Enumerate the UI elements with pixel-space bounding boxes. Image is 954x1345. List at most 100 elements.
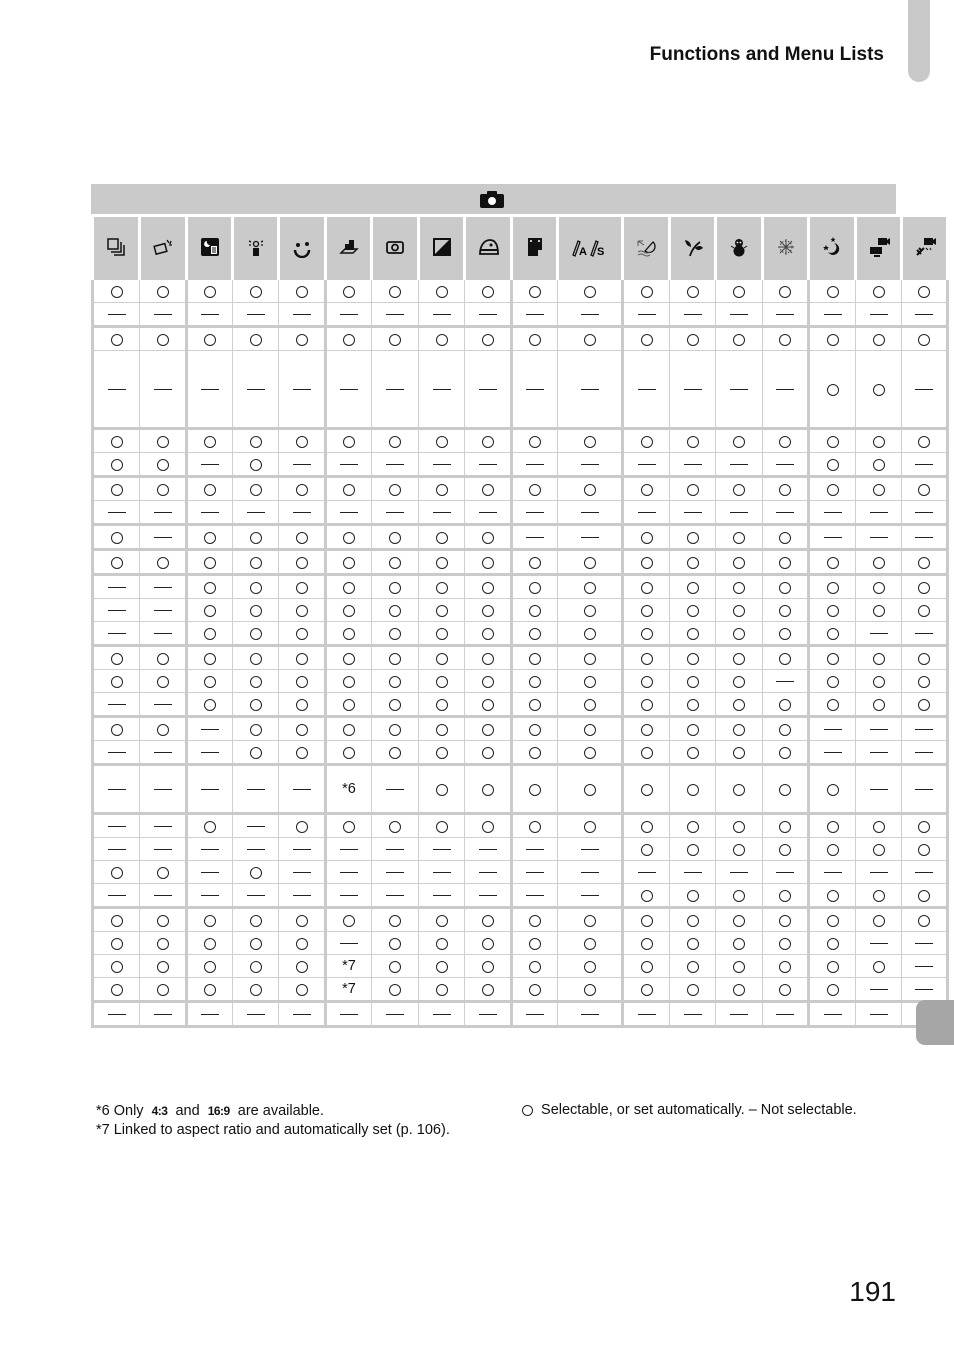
not-selectable-mark xyxy=(637,313,656,316)
table-cell xyxy=(762,621,809,646)
not-selectable-mark xyxy=(526,511,544,514)
selectable-mark xyxy=(249,556,262,569)
table-cell xyxy=(715,427,763,453)
table-cell xyxy=(762,812,809,838)
not-selectable-mark xyxy=(292,388,311,391)
table-cell xyxy=(621,644,670,670)
selectable-mark xyxy=(733,675,745,688)
table-cell xyxy=(464,475,512,501)
not-selectable-mark xyxy=(915,632,933,635)
table-row: *7 xyxy=(91,954,949,978)
selectable-mark xyxy=(872,889,885,902)
not-selectable-mark xyxy=(386,511,404,514)
selectable-mark xyxy=(733,698,745,711)
selectable-mark xyxy=(295,435,308,448)
selectable-mark xyxy=(583,556,596,569)
selectable-mark xyxy=(389,531,401,544)
table-cell xyxy=(371,621,419,646)
selectable-mark xyxy=(686,627,699,640)
selectable-mark xyxy=(435,746,448,759)
table-cell xyxy=(621,977,670,1002)
not-selectable-mark xyxy=(107,609,126,612)
table-cell xyxy=(669,500,716,525)
not-selectable-mark xyxy=(915,751,933,754)
not-selectable-mark xyxy=(869,788,888,791)
not-selectable-mark xyxy=(526,871,544,874)
selectable-mark xyxy=(481,435,494,448)
column-header xyxy=(668,214,717,279)
table-cell xyxy=(510,644,558,670)
selectable-mark xyxy=(343,483,355,496)
footnote-ref: *7 xyxy=(342,981,356,998)
table-cell xyxy=(855,452,902,477)
selectable-mark xyxy=(249,458,262,471)
table-cell xyxy=(324,621,372,646)
footnotes: *6 Only 4:3 and 16:9 are available. *7 L… xyxy=(96,1102,450,1140)
selectable-mark xyxy=(389,960,401,973)
selectable-mark xyxy=(583,983,596,996)
table-cell xyxy=(557,548,623,575)
not-selectable-mark xyxy=(776,388,794,391)
not-selectable-mark xyxy=(432,511,451,514)
not-selectable-mark xyxy=(580,388,599,391)
selectable-mark xyxy=(872,556,885,569)
table-cell xyxy=(855,350,902,429)
table-row xyxy=(91,573,949,599)
table-cell xyxy=(185,644,233,670)
table-cell xyxy=(901,715,949,741)
table-cell xyxy=(715,954,763,978)
selectable-mark xyxy=(295,652,308,665)
table-cell xyxy=(669,1000,716,1028)
table-row xyxy=(91,692,949,717)
table-cell: *6 xyxy=(324,763,372,814)
selectable-mark xyxy=(295,483,308,496)
table-cell xyxy=(762,573,809,599)
not-selectable-mark xyxy=(730,463,748,466)
selectable-mark xyxy=(481,333,494,346)
table-cell xyxy=(557,644,623,670)
table-cell xyxy=(557,692,623,717)
selectable-mark xyxy=(779,652,791,665)
table-row xyxy=(91,452,949,477)
table-cell xyxy=(91,931,140,955)
table-row xyxy=(91,715,949,741)
selectable-mark xyxy=(343,285,355,298)
table-cell xyxy=(139,715,187,741)
table-cell xyxy=(464,860,512,884)
selectable-mark xyxy=(156,333,169,346)
table-cell xyxy=(232,325,279,351)
table-cell xyxy=(278,837,326,861)
table-cell xyxy=(901,812,949,838)
table-cell xyxy=(807,837,856,861)
legend-selectable: Selectable, or set automatically. xyxy=(541,1102,745,1118)
not-selectable-mark xyxy=(580,1013,599,1016)
selectable-mark xyxy=(110,960,123,973)
table-row xyxy=(91,812,949,838)
table-cell xyxy=(510,906,558,932)
not-selectable-mark xyxy=(292,848,311,851)
selectable-mark xyxy=(249,435,262,448)
table-cell xyxy=(557,621,623,646)
table-cell xyxy=(91,906,140,932)
table-row xyxy=(91,669,949,693)
selectable-mark xyxy=(343,531,355,544)
table-cell xyxy=(185,1000,233,1028)
table-cell xyxy=(855,598,902,622)
table-cell xyxy=(371,277,419,303)
table-cell xyxy=(510,350,558,429)
table-cell xyxy=(418,548,465,575)
table-cell xyxy=(901,475,949,501)
selectable-mark xyxy=(204,531,216,544)
not-selectable-mark xyxy=(432,388,451,391)
table-cell xyxy=(510,883,558,908)
selectable-mark xyxy=(481,937,494,950)
table-cell xyxy=(91,812,140,838)
table-cell xyxy=(324,452,372,477)
not-selectable-mark xyxy=(153,609,172,612)
table-cell xyxy=(232,548,279,575)
selectable-mark xyxy=(481,960,494,973)
table-cell xyxy=(901,523,949,550)
selectable-mark xyxy=(481,604,494,617)
table-cell xyxy=(139,350,187,429)
selectable-mark xyxy=(779,914,791,927)
